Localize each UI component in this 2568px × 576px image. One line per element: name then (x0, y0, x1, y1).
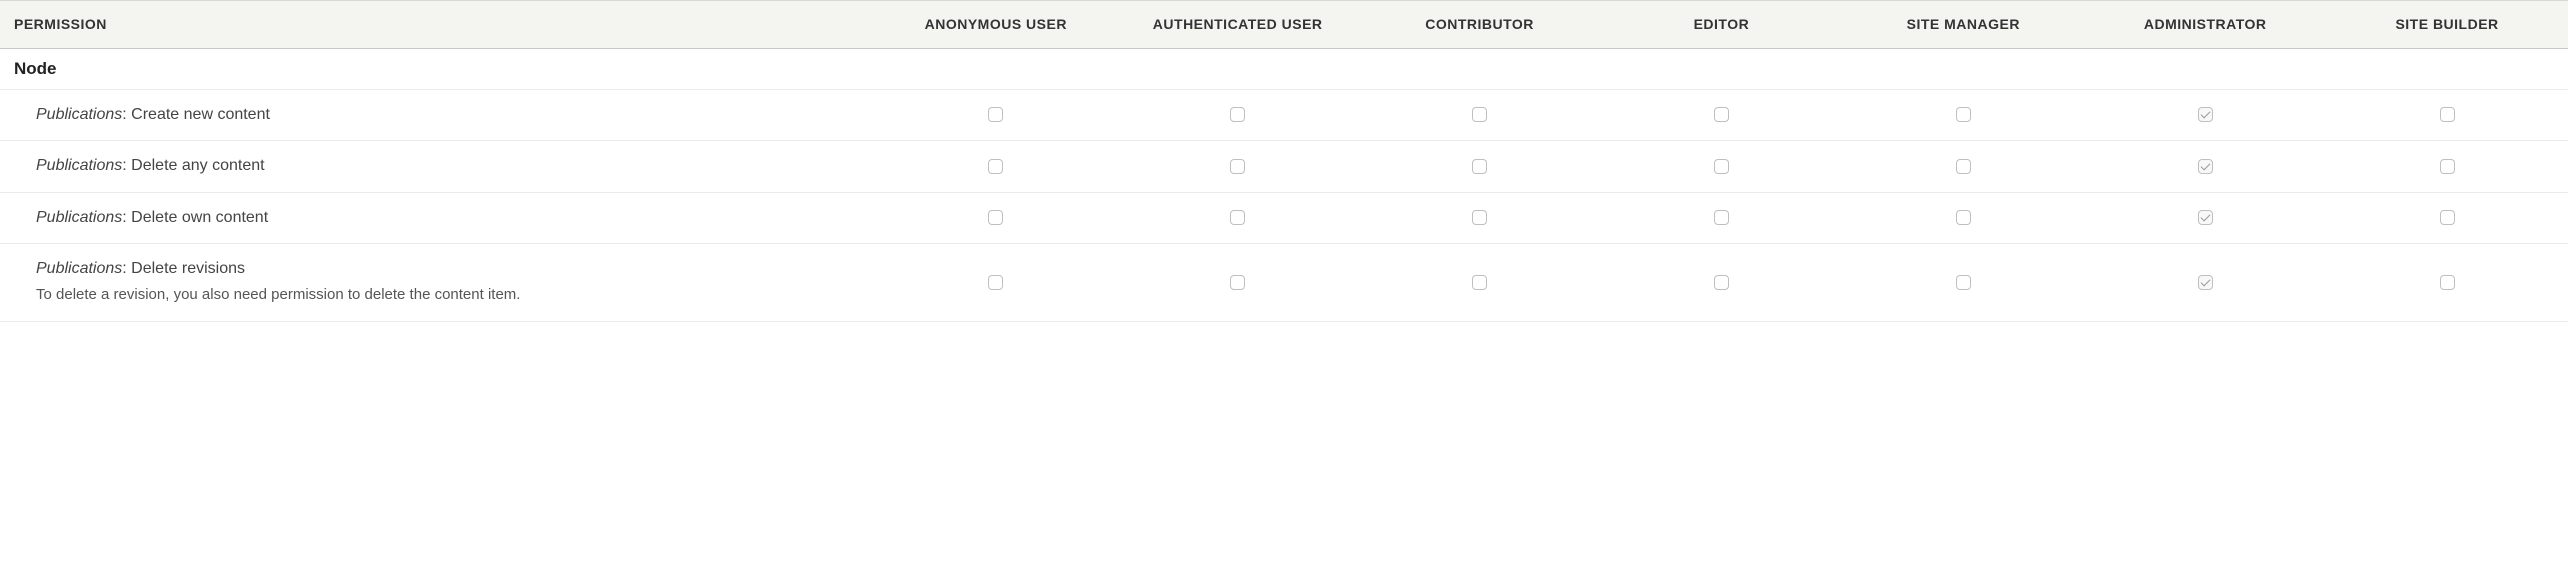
permission-prefix: Publications (36, 157, 122, 174)
checkbox-r1-c6[interactable] (2440, 159, 2455, 174)
col-header-role-6: SITE BUILDER (2326, 1, 2568, 49)
group-label: Node (0, 48, 2568, 89)
permission-prefix: Publications (36, 106, 122, 123)
checkbox-r3-c6[interactable] (2440, 275, 2455, 290)
checkbox-r1-c4[interactable] (1956, 159, 1971, 174)
checkbox-r1-c2[interactable] (1472, 159, 1487, 174)
permission-action: : Delete own content (122, 209, 268, 226)
checkbox-r1-c0[interactable] (988, 159, 1003, 174)
table-header-row: PERMISSION ANONYMOUS USER AUTHENTICATED … (0, 1, 2568, 49)
permissions-table: PERMISSION ANONYMOUS USER AUTHENTICATED … (0, 0, 2568, 322)
checkbox-r0-c5[interactable] (2198, 107, 2213, 122)
checkbox-r2-c0[interactable] (988, 210, 1003, 225)
checkbox-r2-c1[interactable] (1230, 210, 1245, 225)
checkbox-r0-c6[interactable] (2440, 107, 2455, 122)
checkbox-r3-c2[interactable] (1472, 275, 1487, 290)
table-row: Publications: Create new content (0, 89, 2568, 140)
col-header-permission: PERMISSION (0, 1, 875, 49)
col-header-role-2: CONTRIBUTOR (1359, 1, 1601, 49)
checkbox-r0-c4[interactable] (1956, 107, 1971, 122)
group-row-node: Node (0, 48, 2568, 89)
table-row: Publications: Delete any content (0, 141, 2568, 192)
permission-label: Publications: Create new content (36, 104, 865, 126)
permission-cell: Publications: Delete revisions To delete… (0, 244, 875, 322)
permission-action: : Delete revisions (122, 260, 245, 277)
col-header-role-5: ADMINISTRATOR (2084, 1, 2326, 49)
checkbox-r3-c3[interactable] (1714, 275, 1729, 290)
col-header-role-1: AUTHENTICATED USER (1117, 1, 1359, 49)
checkbox-r0-c2[interactable] (1472, 107, 1487, 122)
permission-action: : Create new content (122, 106, 270, 123)
checkbox-r1-c5[interactable] (2198, 159, 2213, 174)
permission-prefix: Publications (36, 209, 122, 226)
col-header-role-4: SITE MANAGER (1842, 1, 2084, 49)
checkbox-r2-c5[interactable] (2198, 210, 2213, 225)
col-header-role-0: ANONYMOUS USER (875, 1, 1117, 49)
permission-cell: Publications: Create new content (0, 89, 875, 140)
permission-description: To delete a revision, you also need perm… (36, 284, 556, 307)
permission-label: Publications: Delete revisions (36, 258, 865, 280)
permission-label: Publications: Delete any content (36, 155, 865, 177)
permission-cell: Publications: Delete any content (0, 141, 875, 192)
checkbox-r0-c1[interactable] (1230, 107, 1245, 122)
checkbox-r3-c0[interactable] (988, 275, 1003, 290)
checkbox-r0-c3[interactable] (1714, 107, 1729, 122)
checkbox-r2-c2[interactable] (1472, 210, 1487, 225)
checkbox-r3-c5[interactable] (2198, 275, 2213, 290)
permission-label: Publications: Delete own content (36, 207, 865, 229)
checkbox-r2-c6[interactable] (2440, 210, 2455, 225)
checkbox-r1-c3[interactable] (1714, 159, 1729, 174)
checkbox-r2-c4[interactable] (1956, 210, 1971, 225)
checkbox-r3-c4[interactable] (1956, 275, 1971, 290)
checkbox-r0-c0[interactable] (988, 107, 1003, 122)
col-header-role-3: EDITOR (1600, 1, 1842, 49)
checkbox-r1-c1[interactable] (1230, 159, 1245, 174)
permission-action: : Delete any content (122, 157, 264, 174)
table-row: Publications: Delete own content (0, 192, 2568, 243)
checkbox-r2-c3[interactable] (1714, 210, 1729, 225)
permission-prefix: Publications (36, 260, 122, 277)
permission-cell: Publications: Delete own content (0, 192, 875, 243)
checkbox-r3-c1[interactable] (1230, 275, 1245, 290)
table-row: Publications: Delete revisions To delete… (0, 244, 2568, 322)
